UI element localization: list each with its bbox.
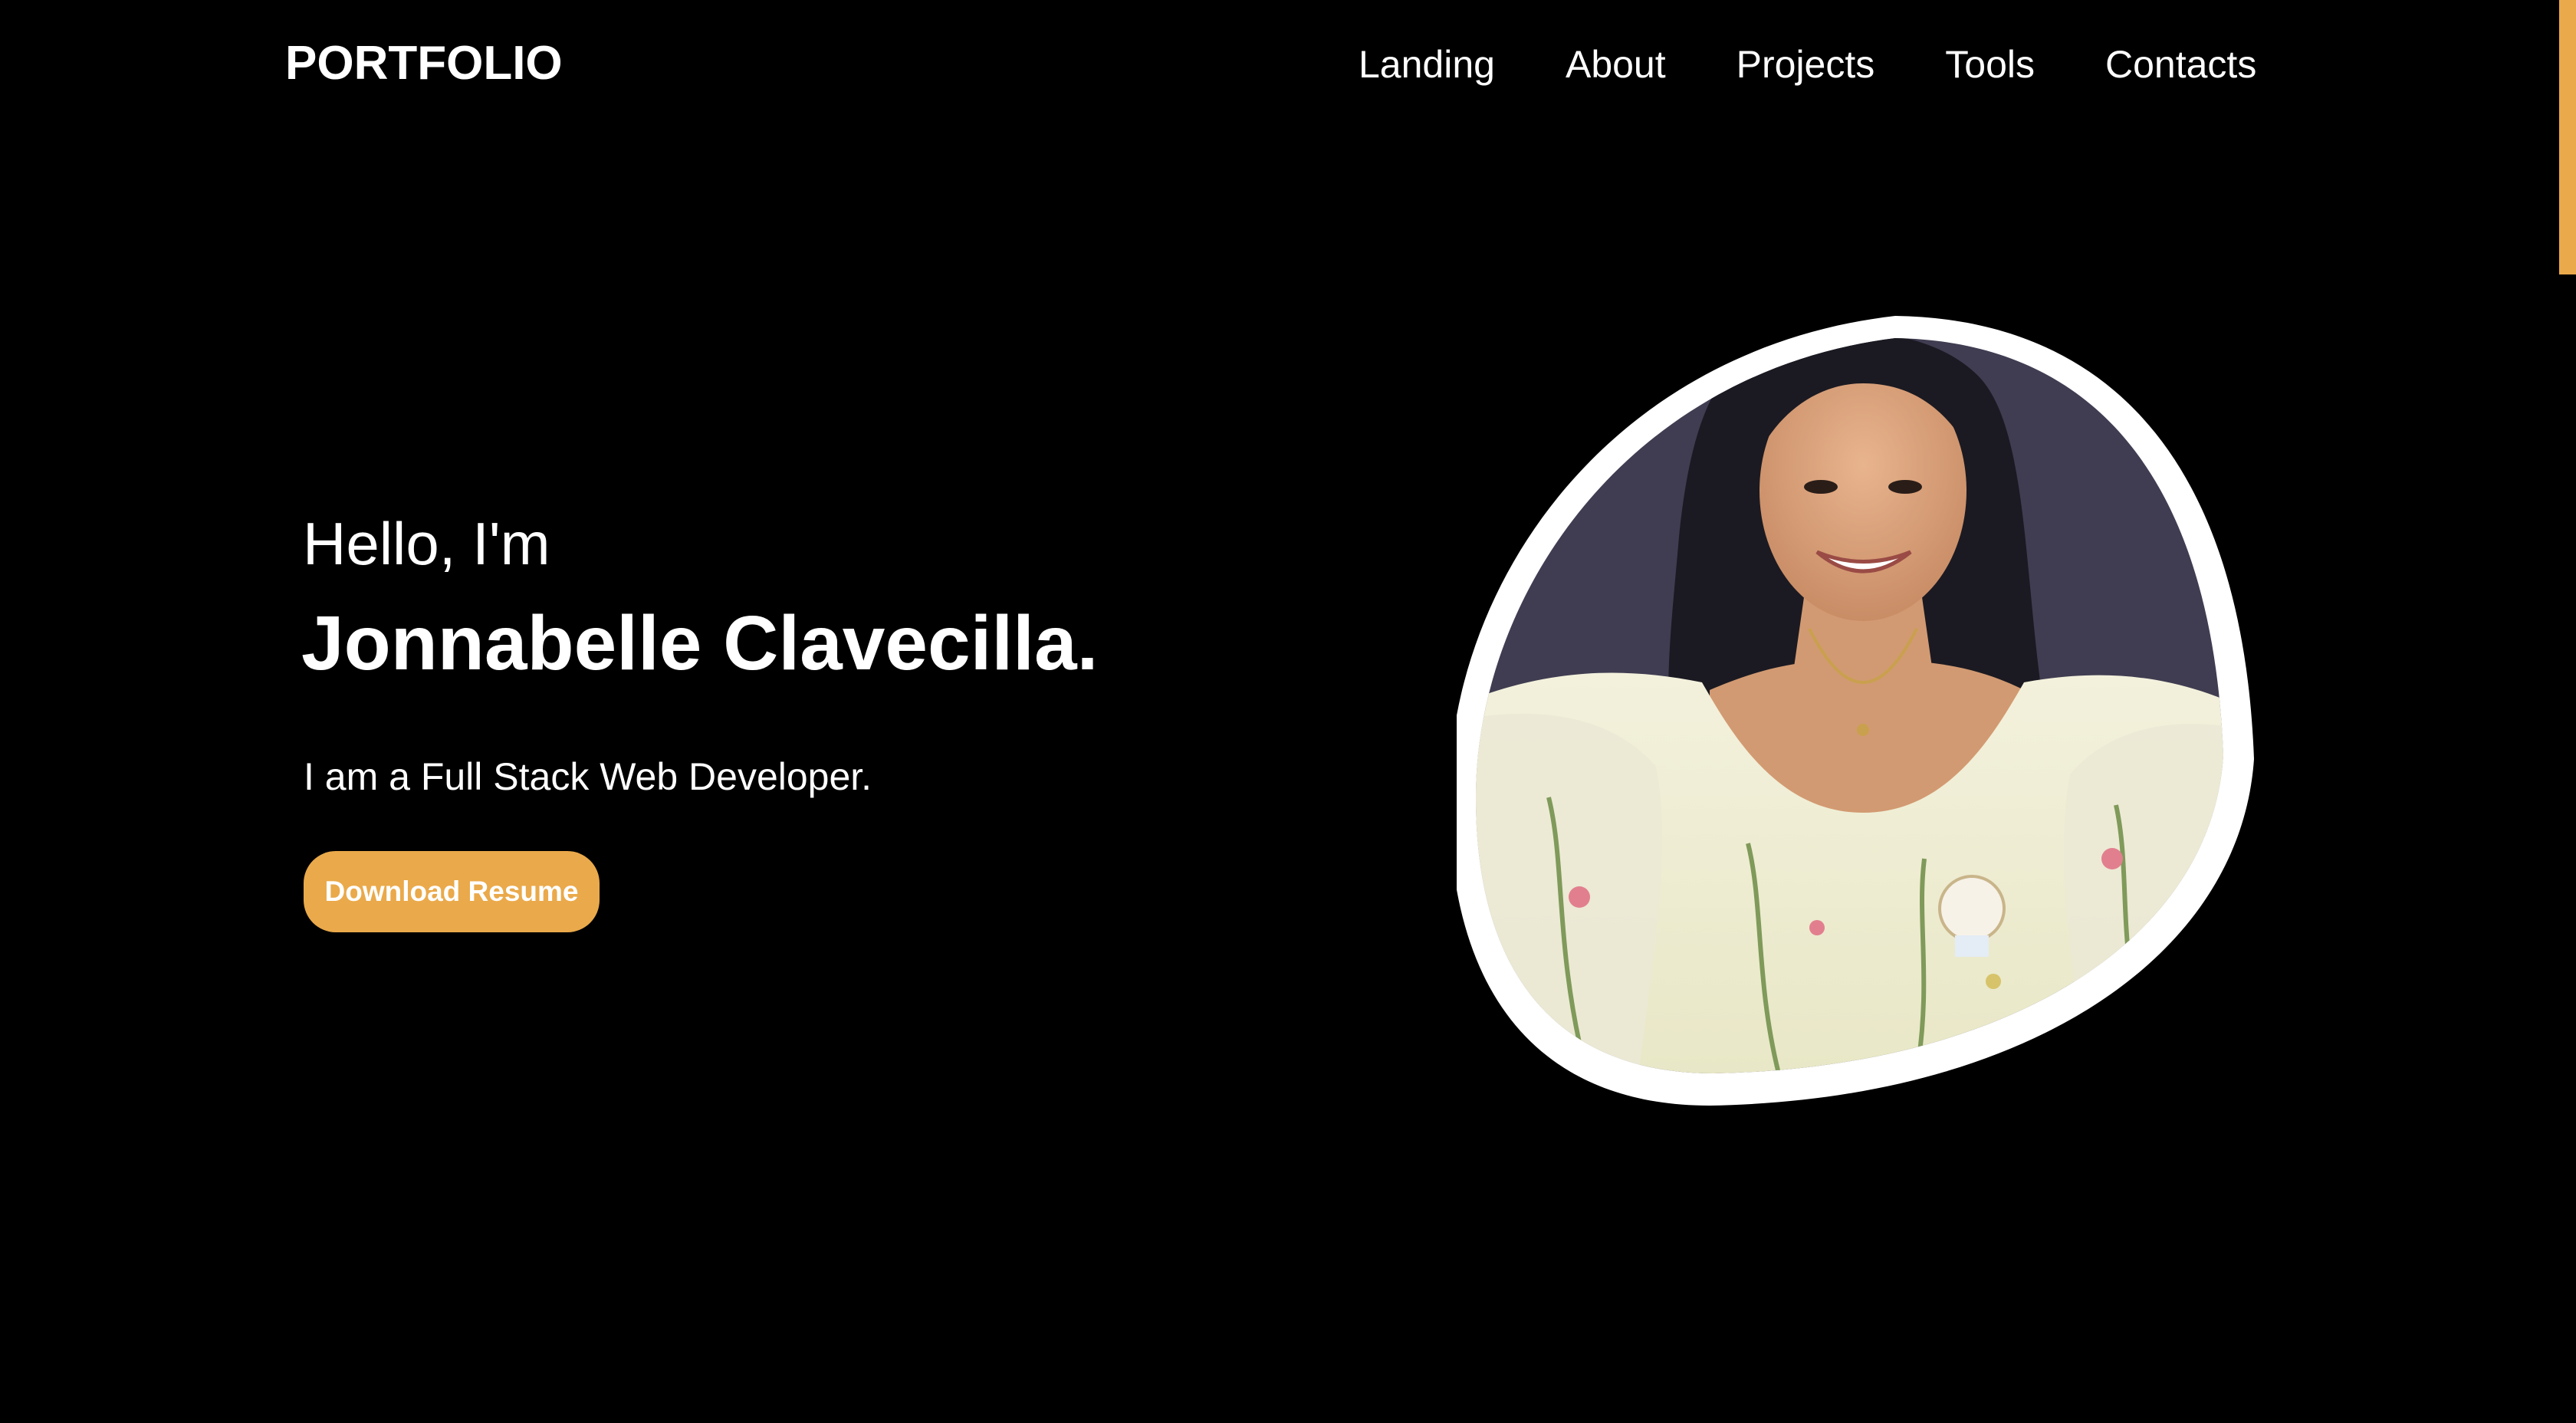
hero-role: I am a Full Stack Web Developer. (304, 755, 872, 798)
nav-item-landing[interactable]: Landing (1359, 40, 1495, 89)
nav-item-projects[interactable]: Projects (1737, 40, 1875, 89)
logo[interactable]: PORTFOLIO (285, 35, 563, 92)
profile-photo-graphic (1457, 316, 2254, 1106)
landing-page: PORTFOLIO Landing About Projects Tools C… (0, 0, 2576, 1423)
main-nav: Landing About Projects Tools Contacts (1359, 40, 2256, 89)
profile-photo (1457, 307, 2269, 1119)
hero-greeting: Hello, I'm (303, 510, 550, 577)
download-resume-button[interactable]: Download Resume (304, 851, 600, 932)
nav-item-contacts[interactable]: Contacts (2105, 40, 2256, 89)
nav-item-about[interactable]: About (1566, 40, 1666, 89)
nav-item-tools[interactable]: Tools (1945, 40, 2035, 89)
scroll-progress-bar[interactable] (2559, 0, 2576, 274)
hero-name: Jonnabelle Clavecilla. (301, 600, 1099, 686)
